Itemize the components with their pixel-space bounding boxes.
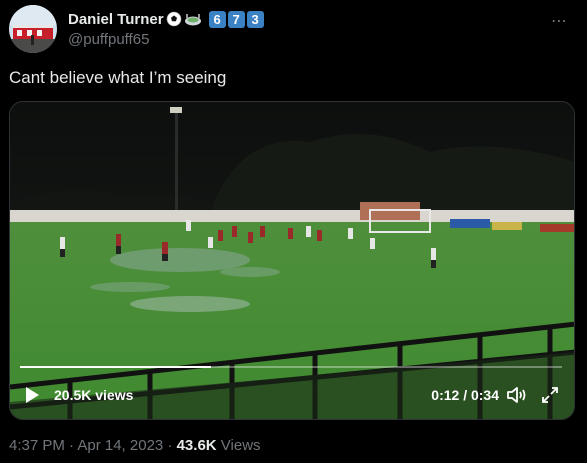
soccer-ball-icon	[166, 11, 182, 27]
fullscreen-icon[interactable]	[540, 385, 560, 410]
display-name[interactable]: Daniel Turner	[68, 11, 164, 28]
number-badge: 7	[227, 10, 245, 28]
author-handle[interactable]: @puffpuff65	[68, 31, 264, 48]
tweet-views-label: Views	[216, 437, 261, 454]
play-icon[interactable]	[24, 386, 40, 409]
progress-fill	[20, 366, 212, 368]
tweet-meta: 4:37 PM · Apr 14, 2023 · 43.6K Views	[9, 437, 261, 454]
volume-icon[interactable]	[506, 385, 528, 410]
video-views-count: 20.5K views	[54, 387, 134, 403]
tweet-timestamp[interactable]: 4:37 PM · Apr 14, 2023 ·	[9, 437, 177, 454]
video-time: 0:12 / 0:34	[431, 387, 499, 403]
name-row: Daniel Turner 6 7 3	[68, 9, 264, 29]
avatar-image	[9, 5, 57, 53]
tweet-header: Daniel Turner 6 7 3 @puffpuff65	[9, 5, 264, 53]
tweet-text: Cant believe what I’m seeing	[9, 68, 227, 87]
number-badge: 6	[208, 10, 226, 28]
video-controls: 20.5K views 0:12 / 0:34	[10, 373, 574, 419]
progress-bar[interactable]	[20, 366, 562, 368]
tweet-views-count: 43.6K	[176, 437, 217, 454]
video-player[interactable]: 20.5K views 0:12 / 0:34	[9, 101, 575, 420]
author-names: Daniel Turner 6 7 3 @puffpuff65	[68, 9, 264, 48]
avatar[interactable]	[9, 5, 57, 53]
number-badge: 3	[246, 10, 264, 28]
more-options-icon[interactable]: ⋯	[551, 11, 568, 31]
stadium-icon	[184, 11, 202, 27]
number-badges: 6 7 3	[207, 10, 264, 28]
